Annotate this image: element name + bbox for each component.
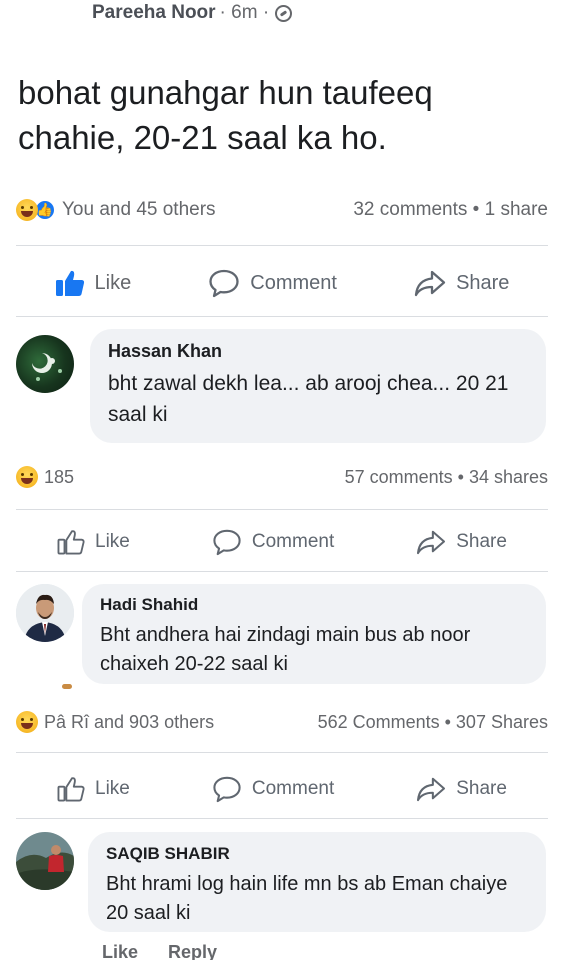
avatar-image [16, 832, 74, 890]
like-label: Like [94, 271, 132, 294]
haha-emoji-icon [16, 199, 38, 221]
post-reaction-summary[interactable]: 👍 You and 45 others [16, 199, 216, 221]
haha-emoji-icon [16, 466, 38, 488]
like-button[interactable]: Like [57, 529, 130, 555]
comment1-stats[interactable]: 57 comments • 34 shares [345, 467, 548, 488]
comment-bubble: Hassan Khan bht zawal dekh lea... ab aro… [90, 329, 546, 443]
post-author-name[interactable]: Pareeha Noor [92, 2, 216, 24]
comment-icon [213, 529, 241, 556]
post-reactions-text: You and 45 others [62, 199, 216, 220]
globe-icon [275, 4, 293, 22]
comment-bubble: Hadi Shahid Bht andhera hai zindagi main… [82, 584, 546, 684]
comment-icon [213, 776, 241, 803]
comment-text: bht zawal dekh lea... ab arooj chea... 2… [108, 372, 509, 426]
haha-emoji-icon [16, 711, 38, 733]
comment-text: Bht andhera hai zindagi main bus ab noor… [100, 624, 471, 675]
avatar[interactable] [16, 832, 74, 890]
comment2-action-row: Like Comment Share [16, 775, 548, 803]
avatar-image [16, 584, 74, 642]
comment-like-link[interactable]: Like [102, 942, 138, 960]
comment1-action-row: Like Comment Share [16, 528, 548, 556]
reactions-count: 185 [44, 466, 75, 487]
post-reactions-row: 👍 You and 45 others 32 comments • 1 shar… [16, 199, 548, 221]
divider [16, 316, 548, 317]
comment2-reaction-summary[interactable]: Pâ Rî and 903 others [16, 711, 214, 733]
post-text: bohat gunahgar hun taufeeq chahie, 20-21… [18, 74, 433, 156]
like-button[interactable]: Like [55, 269, 132, 297]
comment-text: Bht hrami log hain life mn bs ab Eman ch… [106, 873, 508, 924]
comment-icon [209, 269, 239, 298]
comment2-reactions-row: Pâ Rî and 903 others 562 Comments • 307 … [16, 711, 548, 733]
commenter-name[interactable]: Hassan Khan [108, 341, 528, 362]
thumbs-up-icon [57, 530, 85, 555]
comment3-actions: Like Reply [102, 942, 217, 960]
share-icon [417, 777, 446, 802]
thumbs-up-icon [57, 777, 85, 802]
like-button[interactable]: Like [57, 776, 130, 802]
share-button[interactable]: Share [416, 529, 507, 555]
comment-button[interactable]: Comment [208, 268, 337, 298]
divider [16, 245, 548, 246]
commenter-name[interactable]: Hadi Shahid [100, 595, 528, 615]
post-time[interactable]: · 6m · [220, 2, 270, 24]
share-label: Share [456, 271, 510, 294]
avatar[interactable] [16, 335, 74, 393]
like-label: Like [95, 531, 130, 552]
avatar[interactable] [16, 584, 74, 642]
post-author-line: Pareeha Noor · 6m · [92, 2, 293, 24]
post-action-row: Like Comment Share [16, 268, 548, 298]
avatar-image [32, 353, 62, 381]
comment-button[interactable]: Comment [212, 528, 334, 556]
divider [16, 509, 548, 510]
comment1-reactions-row: 185 57 comments • 34 shares [16, 466, 548, 488]
divider [16, 752, 548, 753]
comment-bubble: SAQIB SHABIR Bht hrami log hain life mn … [88, 832, 546, 932]
thumbs-up-icon [55, 270, 84, 296]
comment2-stats[interactable]: 562 Comments • 307 Shares [318, 712, 548, 733]
share-label: Share [456, 778, 507, 799]
post-stats[interactable]: 32 comments • 1 share [353, 199, 548, 221]
divider [16, 818, 548, 819]
divider [16, 571, 548, 572]
comment-button[interactable]: Comment [212, 775, 334, 803]
comment-label: Comment [251, 778, 335, 799]
comment-label: Comment [250, 271, 337, 294]
comment-reply-link[interactable]: Reply [168, 942, 217, 960]
comment-label: Comment [251, 531, 335, 552]
share-button[interactable]: Share [416, 776, 507, 802]
share-icon [417, 530, 446, 555]
share-button[interactable]: Share [414, 269, 509, 297]
share-label: Share [456, 531, 507, 552]
reactions-text: Pâ Rî and 903 others [44, 711, 215, 732]
share-icon [414, 270, 446, 297]
comment1-reaction-summary[interactable]: 185 [16, 466, 74, 488]
like-label: Like [95, 778, 130, 799]
commenter-name[interactable]: SAQIB SHABIR [106, 844, 528, 864]
reaction-marker [62, 684, 72, 689]
